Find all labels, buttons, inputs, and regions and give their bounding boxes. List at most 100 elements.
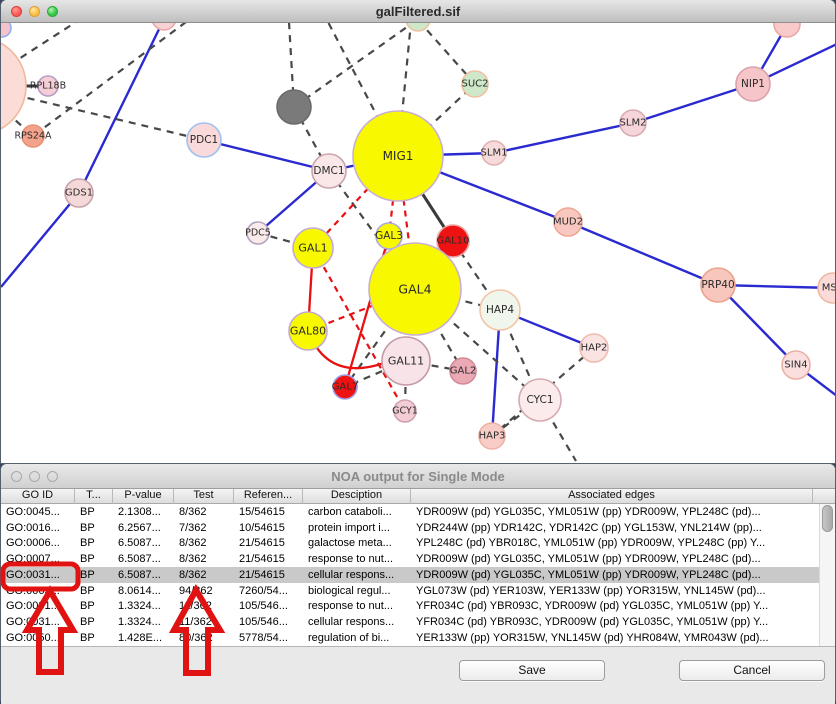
column-header[interactable]: Test [174, 488, 234, 504]
table-cell: 6.5087... [113, 537, 174, 549]
node-label: PDC1 [190, 134, 218, 146]
table-cell: YER133W (pp) YOR315W, YNL145W (pd) YHR08… [411, 632, 813, 644]
minimize-icon[interactable] [29, 471, 40, 482]
table-cell: GO:0050... [1, 632, 75, 644]
table-cell: 11/362 [174, 616, 234, 628]
node-label: GAL10 [437, 236, 470, 247]
table-cell: 6.5087... [113, 569, 174, 581]
table-cell: GO:0006... [1, 537, 75, 549]
column-header[interactable]: P-value [113, 488, 174, 504]
table-cell: BP [75, 537, 113, 549]
noa-titlebar[interactable]: NOA output for Single Mode [1, 464, 835, 489]
table-cell: 8/362 [174, 537, 234, 549]
table-cell: BP [75, 553, 113, 565]
table-cell: BP [75, 569, 113, 581]
vertical-scrollbar[interactable] [819, 504, 835, 646]
table-row[interactable]: GO:0045...BP2.1308...8/36215/54615carbon… [1, 504, 835, 520]
table-cell: BP [75, 522, 113, 534]
edge-blue [204, 140, 329, 171]
table-cell: 21/54615 [234, 553, 303, 565]
table-cell: YDR009W (pd) YGL035C, YML051W (pp) YDR00… [411, 553, 813, 565]
column-header[interactable]: Referen... [234, 488, 303, 504]
node-label: HAP3 [479, 431, 506, 442]
edge-blue [568, 222, 718, 285]
footer-bar: Save Cancel [1, 646, 835, 704]
node-label: GAL1 [298, 242, 327, 255]
table-cell: 1.3324... [113, 600, 174, 612]
table-cell: YFR034C (pd) YBR093C, YDR009W (pd) YGL03… [411, 600, 813, 612]
table-cell: GO:0016... [1, 522, 75, 534]
table-row[interactable]: GO:0031...BP1.3324...11/362105/546...cel… [1, 614, 835, 630]
table-row[interactable]: GO:0065...BP8.0614...94/3627260/54...bio… [1, 583, 835, 599]
network-titlebar[interactable]: galFiltered.sif [1, 0, 835, 23]
table-cell: response to nut... [303, 553, 411, 565]
column-header[interactable]: T... [75, 488, 113, 504]
node-label: GAL80 [290, 325, 326, 338]
table-cell: 1.3324... [113, 616, 174, 628]
table-row[interactable]: GO:0006...BP6.5087...8/36221/54615galact… [1, 536, 835, 552]
column-header[interactable]: GO ID [1, 488, 75, 504]
table-cell: 8.0614... [113, 585, 174, 597]
edge-blue [633, 84, 753, 123]
node-label: SIN4 [784, 360, 807, 371]
zoom-icon[interactable] [47, 471, 58, 482]
table-cell: 105/546... [234, 616, 303, 628]
table-row[interactable]: GO:0031...BP6.5087...8/36221/54615cellul… [1, 567, 835, 583]
table-cell: BP [75, 585, 113, 597]
table-cell: 7260/54... [234, 585, 303, 597]
table-cell: YFR034C (pd) YBR093C, YDR009W (pd) YGL03… [411, 616, 813, 628]
table-cell: YDR009W (pd) YGL035C, YML051W (pp) YDR00… [411, 569, 813, 581]
cancel-button[interactable]: Cancel [679, 660, 825, 681]
table-cell: 8/362 [174, 506, 234, 518]
table-cell: cellular respons... [303, 569, 411, 581]
node-label: HAP2 [581, 343, 608, 354]
table-row[interactable]: GO:0031...BP1.3324...11/362105/546...res… [1, 599, 835, 615]
node-label: DMC1 [313, 165, 344, 177]
column-header[interactable]: Associated edges [411, 488, 813, 504]
close-icon[interactable] [11, 471, 22, 482]
column-header[interactable]: Desciption [303, 488, 411, 504]
table-cell: regulation of bi... [303, 632, 411, 644]
table-cell: biological regul... [303, 585, 411, 597]
node-label: GAL4 [398, 282, 431, 297]
table-body: GO:0045...BP2.1308...8/36215/54615carbon… [1, 504, 835, 646]
network-window: RPL18BRPS24AGDS1PDC1MIG1SUC2SLM1DMC1PDC5… [1, 0, 835, 463]
node-label: GAL2 [450, 366, 477, 377]
node-label: SLM1 [481, 148, 508, 159]
node-unlabeled[interactable] [1, 37, 26, 135]
table-cell: 2.1308... [113, 506, 174, 518]
table-row[interactable]: GO:0016...BP6.2567...7/36210/54615protei… [1, 520, 835, 536]
table-row[interactable]: GO:0050...BP1.428E...80/3625778/54...reg… [1, 630, 835, 646]
node-unlabeled[interactable] [277, 90, 311, 124]
node-label: CYC1 [527, 394, 554, 406]
table-cell: 8/362 [174, 569, 234, 581]
node-label: GAL3 [375, 230, 403, 242]
network-canvas[interactable]: RPL18BRPS24AGDS1PDC1MIG1SUC2SLM1DMC1PDC5… [1, 0, 835, 462]
table-cell: response to nut... [303, 600, 411, 612]
table-cell: 10/54615 [234, 522, 303, 534]
table-row[interactable]: GO:0007...BP6.5087...8/36221/54615respon… [1, 551, 835, 567]
node-label: MUD2 [553, 217, 583, 228]
table-cell: BP [75, 616, 113, 628]
noa-window-title: NOA output for Single Mode [331, 469, 505, 484]
table-cell: 7/362 [174, 522, 234, 534]
table-cell: 105/546... [234, 600, 303, 612]
table-cell: YDR009W (pd) YGL035C, YML051W (pp) YDR00… [411, 506, 813, 518]
node-label: GAL7 [332, 382, 359, 393]
edge-dash [294, 22, 414, 107]
node-label: MIG1 [383, 149, 414, 163]
close-icon[interactable] [11, 6, 22, 17]
edge-blue [1, 193, 79, 287]
save-button[interactable]: Save [459, 660, 605, 681]
table-cell: 21/54615 [234, 569, 303, 581]
table-cell: galactose meta... [303, 537, 411, 549]
network-window-title: galFiltered.sif [376, 4, 461, 19]
scrollbar-thumb[interactable] [822, 505, 833, 532]
node-label: RPL18B [30, 81, 66, 92]
zoom-icon[interactable] [47, 6, 58, 17]
table-cell: GO:0045... [1, 506, 75, 518]
table-cell: 94/362 [174, 585, 234, 597]
table-cell: GO:0031... [1, 616, 75, 628]
minimize-icon[interactable] [29, 6, 40, 17]
table-cell: BP [75, 506, 113, 518]
